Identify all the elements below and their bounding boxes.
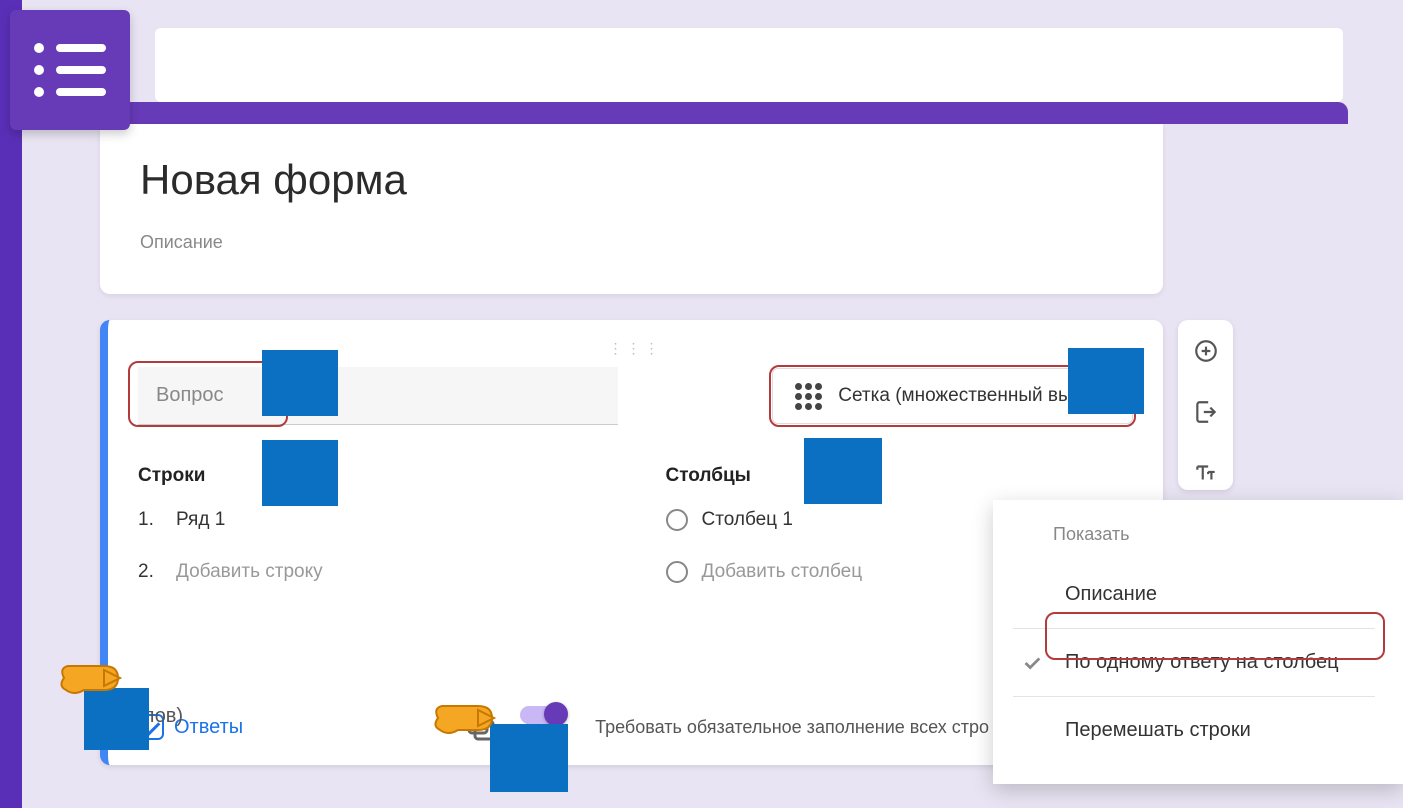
add-question-button[interactable] [1193, 338, 1219, 369]
checkmark-icon [1017, 652, 1047, 674]
text-icon [1193, 460, 1219, 486]
radio-icon [666, 509, 688, 531]
question-footer: Ответы Требовать обязательное заполнение… [138, 709, 1133, 745]
forms-logo [10, 10, 130, 130]
options-popup: Показать Описание По одному ответу на ст… [993, 500, 1403, 784]
popup-divider [1013, 696, 1375, 697]
cols-header: Столбцы [666, 465, 1134, 487]
row-item-1[interactable]: 1. Ряд 1 [138, 509, 606, 531]
add-circle-icon [1193, 338, 1219, 364]
grid-icon [795, 383, 822, 410]
annotation-box [1068, 348, 1144, 414]
form-accent-strip [100, 102, 1348, 124]
hand-pointer-icon [54, 648, 128, 713]
radio-icon [666, 561, 688, 583]
answers-label: Ответы [174, 716, 243, 739]
row-label: Ряд 1 [176, 509, 225, 531]
form-description[interactable]: Описание [140, 232, 1123, 253]
side-toolbar [1178, 320, 1233, 490]
form-header-card[interactable]: Новая форма Описание [100, 124, 1163, 294]
rows-header: Строки [138, 465, 606, 487]
text-button[interactable] [1193, 460, 1219, 491]
annotation-box [262, 350, 338, 416]
popup-item-label: По одному ответу на столбец [1065, 651, 1339, 674]
popup-item-one-per-col[interactable]: По одному ответу на столбец [1013, 633, 1375, 692]
require-toggle[interactable] [520, 706, 564, 724]
popup-item-description[interactable]: Описание [1013, 565, 1375, 624]
popup-divider [1013, 628, 1375, 629]
hand-pointer-icon [428, 688, 502, 753]
rows-column: Строки 1. Ряд 1 2. Добавить строку [138, 465, 606, 613]
top-toolbar-area [155, 28, 1343, 102]
popup-item-label: Перемешать строки [1065, 719, 1251, 742]
popup-item-shuffle[interactable]: Перемешать строки [1013, 701, 1375, 760]
add-row-button[interactable]: 2. Добавить строку [138, 561, 606, 583]
popup-item-label: Описание [1065, 583, 1157, 606]
col-label: Столбец 1 [702, 509, 793, 531]
annotation-box [804, 438, 882, 504]
import-icon [1193, 399, 1219, 425]
require-label: Требовать обязательное заполнение всех с… [595, 717, 989, 738]
add-row-label: Добавить строку [176, 561, 323, 583]
add-col-label: Добавить столбец [702, 561, 863, 583]
popup-header: Показать [1053, 524, 1375, 545]
row-number: 1. [138, 509, 162, 531]
question-input[interactable] [138, 367, 618, 425]
annotation-box [262, 440, 338, 506]
import-button[interactable] [1193, 399, 1219, 430]
form-title[interactable]: Новая форма [140, 156, 1123, 204]
row-number: 2. [138, 561, 162, 583]
